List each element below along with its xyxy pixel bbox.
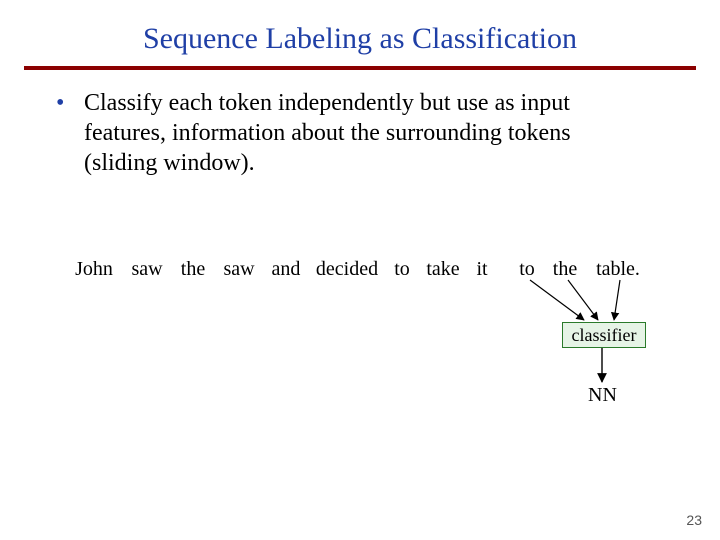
- token-to-2: to: [517, 258, 537, 281]
- token-it: it: [474, 258, 490, 281]
- bullet-text: Classify each token independently but us…: [84, 88, 644, 178]
- slide-title: Sequence Labeling as Classification: [0, 0, 720, 66]
- token-saw-1: saw: [129, 258, 165, 281]
- bullet-marker-icon: •: [56, 88, 78, 118]
- token-take: take: [425, 258, 461, 281]
- slide: Sequence Labeling as Classification • Cl…: [0, 0, 720, 540]
- horizontal-rule: [24, 66, 696, 70]
- token-sentence: John saw the saw and decided to take it …: [72, 258, 641, 281]
- output-label: NN: [588, 384, 617, 407]
- token-decided: decided: [315, 258, 379, 281]
- bullet-item: • Classify each token independently but …: [56, 88, 664, 178]
- token-table: table.: [595, 258, 641, 281]
- classifier-box: classifier: [562, 322, 646, 348]
- token-the-1: the: [178, 258, 208, 281]
- arrow-input-3-icon: [614, 280, 620, 320]
- arrow-input-1-icon: [530, 280, 584, 320]
- token-john: John: [72, 258, 116, 281]
- token-the-2: the: [550, 258, 580, 281]
- token-and: and: [270, 258, 302, 281]
- arrow-input-2-icon: [568, 280, 598, 320]
- page-number: 23: [686, 512, 702, 528]
- token-saw-2: saw: [221, 258, 257, 281]
- token-to-1: to: [392, 258, 412, 281]
